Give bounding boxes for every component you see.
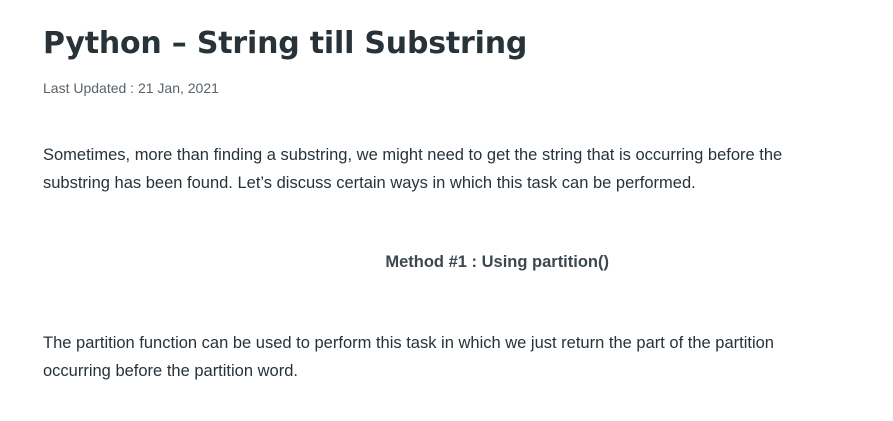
method-heading: Method #1 : Using partition() [385,253,609,271]
article-title: Python – String till Substring [43,26,528,61]
method-paragraph: The partition function can be used to pe… [43,334,774,380]
last-updated-date: Last Updated : 21 Jan, 2021 [43,80,219,96]
intro-paragraph: Sometimes, more than finding a substring… [43,146,783,192]
